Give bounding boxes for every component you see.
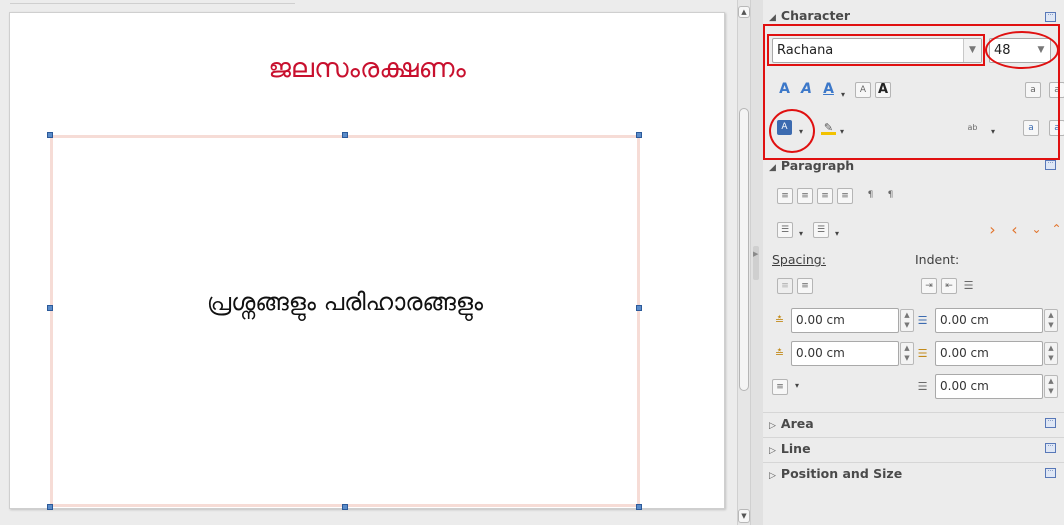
annotation-font-size-oval bbox=[985, 31, 1059, 69]
below-spacing-stepper[interactable]: ▲ ▼ bbox=[900, 342, 914, 365]
resize-handle-top-right[interactable] bbox=[636, 132, 642, 138]
above-spacing-value: 0.00 cm bbox=[796, 313, 845, 327]
before-text-indent-field[interactable]: 0.00 cm ▲ ▼ bbox=[935, 308, 1058, 333]
collapse-arrow-icon[interactable]: ▶ bbox=[753, 250, 758, 258]
below-paragraph-spacing-icon: ≛ bbox=[774, 347, 785, 360]
before-indent-value: 0.00 cm bbox=[940, 313, 989, 327]
area-more-options-icon[interactable]: ··· bbox=[1045, 418, 1056, 428]
sidebar-splitter[interactable]: ▶ bbox=[751, 0, 763, 525]
spacing-icons-row: ≡ ≡ ⇥ ⇤ ☰ bbox=[777, 276, 1057, 296]
line-section-header[interactable]: ▷ Line bbox=[763, 437, 1064, 457]
resize-handle-middle-left[interactable] bbox=[47, 305, 53, 311]
paragraph-section-header[interactable]: ◢ Paragraph bbox=[763, 158, 1064, 178]
above-paragraph-spacing-field[interactable]: 0.00 cm ▲ ▼ bbox=[791, 308, 914, 333]
paragraph-more-options-icon[interactable]: ··· bbox=[1045, 160, 1056, 170]
decrease-indent-icon[interactable]: ⇤ bbox=[941, 278, 957, 294]
move-up-arrow-icon[interactable]: ⌃ bbox=[1049, 222, 1064, 237]
paragraph-spacing-decrease-icon[interactable]: ≡ bbox=[797, 278, 813, 294]
spacing-label: Spacing: bbox=[772, 252, 826, 267]
resize-handle-middle-right[interactable] bbox=[636, 305, 642, 311]
line-header-label: Line bbox=[780, 441, 811, 456]
slide-editing-area[interactable]: ജലസംരക്ഷണം പ്രശ്നങ്ങളും പരിഹാരങ്ങളും bbox=[0, 0, 737, 525]
resize-handle-bottom-left[interactable] bbox=[47, 504, 53, 510]
collapsed-triangle-icon: ▷ bbox=[769, 421, 776, 431]
character-more-options-icon[interactable]: ··· bbox=[1045, 12, 1056, 22]
position-size-header-label: Position and Size bbox=[780, 466, 903, 481]
paragraph-lists-row: ☰ ▾ ☰ ▾ › ‹ ⌄ ⌃ bbox=[777, 220, 1062, 240]
after-text-indent-field[interactable]: 0.00 cm ▲ ▼ bbox=[935, 341, 1058, 366]
increase-indent-icon[interactable]: ⇥ bbox=[921, 278, 937, 294]
collapsed-triangle-icon: ▷ bbox=[769, 446, 776, 456]
ordered-list-icon[interactable]: ☰ bbox=[813, 222, 829, 238]
resize-handle-top-left[interactable] bbox=[47, 132, 53, 138]
first-line-indent-icon: ☰ bbox=[917, 380, 928, 393]
after-text-indent-icon: ☰ bbox=[917, 347, 928, 360]
paragraph-spacing-increase-icon[interactable]: ≡ bbox=[777, 278, 793, 294]
line-spacing-icon[interactable]: ≡ bbox=[772, 379, 788, 395]
resize-handle-top-middle[interactable] bbox=[342, 132, 348, 138]
below-spacing-value: 0.00 cm bbox=[796, 346, 845, 360]
indent-label: Indent: bbox=[915, 252, 960, 267]
after-indent-value: 0.00 cm bbox=[940, 346, 989, 360]
slide-title[interactable]: ജലസംരക്ഷണം bbox=[10, 53, 724, 85]
above-spacing-stepper[interactable]: ▲ ▼ bbox=[900, 309, 914, 332]
decrease-indent-arrow-icon[interactable]: ‹ bbox=[1007, 222, 1022, 238]
numbering-dropdown-icon[interactable]: ▾ bbox=[835, 224, 839, 244]
properties-sidebar: ◢ Character ··· Rachana ▼ 48 ▼ A A A ▾ A … bbox=[763, 0, 1064, 525]
first-line-indent-field[interactable]: 0.00 cm ▲ ▼ bbox=[935, 374, 1058, 399]
selected-text-box[interactable]: പ്രശ്നങ്ങളും പരിഹാരങ്ങളും bbox=[50, 135, 640, 507]
character-header-label: Character bbox=[780, 8, 851, 23]
resize-handle-bottom-right[interactable] bbox=[636, 504, 642, 510]
position-size-more-options-icon[interactable]: ··· bbox=[1045, 468, 1056, 478]
align-center-icon[interactable]: ≡ bbox=[797, 188, 813, 204]
area-section-header[interactable]: ▷ Area bbox=[763, 412, 1064, 432]
first-line-indent-value: 0.00 cm bbox=[940, 379, 989, 393]
area-header-label: Area bbox=[780, 416, 814, 431]
scroll-thumb[interactable] bbox=[739, 108, 749, 391]
before-text-indent-icon: ☰ bbox=[917, 314, 928, 327]
unordered-list-icon[interactable]: ☰ bbox=[777, 222, 793, 238]
paragraph-alignment-row: ≡ ≡ ≡ ≡ ¶ ¶ bbox=[777, 186, 1057, 206]
vertical-scrollbar[interactable]: ▲ ▼ bbox=[737, 0, 751, 525]
expanded-triangle-icon: ◢ bbox=[769, 163, 776, 173]
paragraph-header-label: Paragraph bbox=[780, 158, 855, 173]
justify-icon[interactable]: ≡ bbox=[837, 188, 853, 204]
slide-canvas[interactable]: ജലസംരക്ഷണം പ്രശ്നങ്ങളും പരിഹാരങ്ങളും bbox=[9, 12, 725, 510]
collapsed-triangle-icon: ▷ bbox=[769, 471, 776, 481]
before-indent-stepper[interactable]: ▲ ▼ bbox=[1044, 309, 1058, 332]
line-more-options-icon[interactable]: ··· bbox=[1045, 443, 1056, 453]
align-left-icon[interactable]: ≡ bbox=[777, 188, 793, 204]
hanging-indent-icon[interactable]: ☰ bbox=[961, 278, 976, 293]
annotation-font-color-oval bbox=[769, 109, 815, 153]
above-paragraph-spacing-icon: ≛ bbox=[774, 314, 785, 327]
position-size-section-header[interactable]: ▷ Position and Size bbox=[763, 462, 1064, 482]
ruler-strip bbox=[10, 0, 295, 4]
right-to-left-icon[interactable]: ¶ bbox=[883, 188, 898, 203]
left-to-right-icon[interactable]: ¶ bbox=[863, 188, 878, 203]
move-down-arrow-icon[interactable]: ⌄ bbox=[1029, 222, 1044, 237]
below-paragraph-spacing-field[interactable]: 0.00 cm ▲ ▼ bbox=[791, 341, 914, 366]
slide-body-text[interactable]: പ്രശ്നങ്ങളും പരിഹാരങ്ങളും bbox=[53, 288, 637, 316]
resize-handle-bottom-middle[interactable] bbox=[342, 504, 348, 510]
expanded-triangle-icon: ◢ bbox=[769, 13, 776, 23]
line-spacing-dropdown-icon[interactable]: ▾ bbox=[795, 381, 799, 390]
first-line-indent-stepper[interactable]: ▲ ▼ bbox=[1044, 375, 1058, 398]
increase-indent-arrow-icon[interactable]: › bbox=[985, 222, 1000, 238]
align-right-icon[interactable]: ≡ bbox=[817, 188, 833, 204]
annotation-font-name-box bbox=[767, 34, 985, 66]
scroll-down-button[interactable]: ▼ bbox=[738, 509, 750, 523]
bullets-dropdown-icon[interactable]: ▾ bbox=[799, 224, 803, 244]
after-indent-stepper[interactable]: ▲ ▼ bbox=[1044, 342, 1058, 365]
scroll-up-button[interactable]: ▲ bbox=[738, 6, 750, 18]
